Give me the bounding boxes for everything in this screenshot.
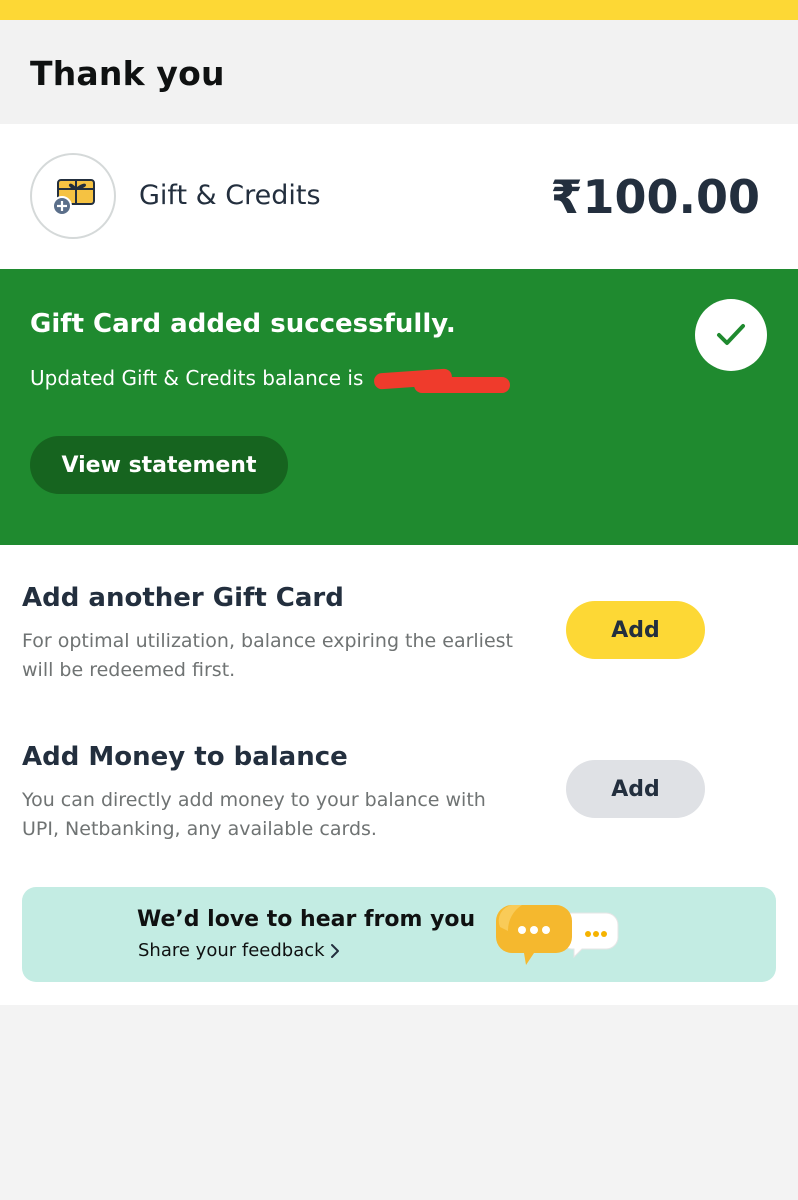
add-gift-card-description: For optimal utilization, balance expirin… (22, 630, 514, 681)
chat-bubbles-icon (496, 905, 619, 965)
page-header: Thank you (0, 20, 798, 124)
success-headline: Gift Card added successfully. (30, 309, 456, 339)
success-banner: Gift Card added successfully. Updated Gi… (0, 269, 798, 545)
feedback-banner[interactable]: We’d love to hear from you Share your fe… (22, 887, 776, 982)
view-statement-button[interactable]: View statement (30, 436, 288, 494)
redacted-balance-mark (370, 367, 510, 393)
top-accent-strip (0, 0, 798, 20)
add-money-description: You can directly add money to your balan… (22, 789, 486, 840)
balance-label: Gift & Credits (139, 180, 321, 211)
feedback-title: We’d love to hear from you (137, 907, 476, 932)
updated-balance-prefix: Updated Gift & Credits balance is (30, 366, 364, 390)
gift-card-add-icon (30, 153, 116, 239)
add-gift-card-button[interactable]: Add (566, 601, 705, 659)
add-money-title: Add Money to balance (22, 742, 348, 772)
feedback-link[interactable]: Share your feedback (138, 940, 325, 961)
add-gift-card-title: Add another Gift Card (22, 583, 344, 613)
updated-balance-text: Updated Gift & Credits balance is (30, 366, 510, 393)
balance-amount: ₹100.00 (550, 170, 760, 224)
actions-section: Add another Gift Card For optimal utiliz… (0, 545, 798, 1005)
check-icon (695, 299, 767, 371)
page-title: Thank you (30, 54, 225, 93)
add-money-button[interactable]: Add (566, 760, 705, 818)
chevron-right-icon (331, 944, 339, 958)
balance-summary: Gift & Credits ₹100.00 (0, 124, 798, 269)
